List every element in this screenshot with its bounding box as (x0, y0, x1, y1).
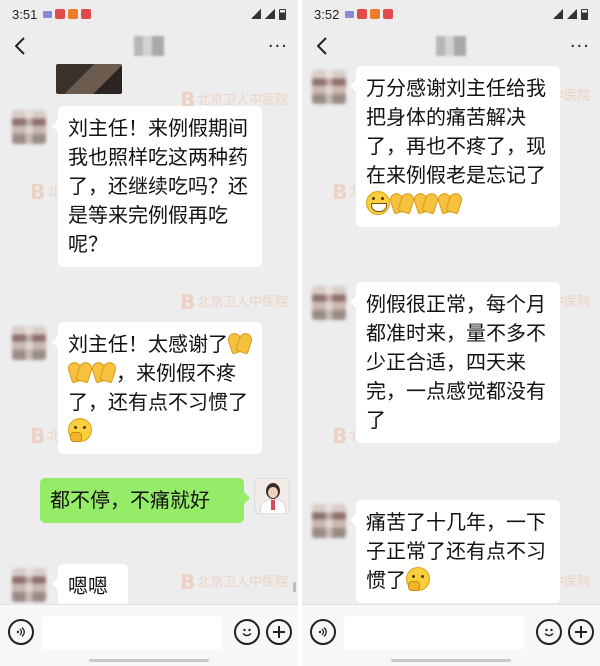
navigation-app-icon (345, 10, 355, 18)
chat-screen-left: 3:51 ··· B北京卫人中医院 B北京卫人中医院 B北京卫人中医院 B北京卫… (0, 0, 298, 666)
message-bubble[interactable]: 例假很正常，每个月都准时来，量不多不少正合适，四天来完，一点感觉都没有了 (350, 282, 560, 443)
pray-emoji-icon (414, 191, 438, 215)
avatar[interactable] (312, 504, 346, 538)
input-bar (302, 604, 600, 666)
message-input[interactable] (344, 616, 524, 650)
message-text: 嗯嗯 (68, 574, 108, 598)
chat-screen-right: 3:52 ··· B北京卫人中医院 B北京卫人中医院 B北京卫人中医院 B北京卫… (302, 0, 600, 666)
signal-icon (553, 9, 563, 19)
pray-emoji-icon (390, 191, 414, 215)
message-bubble[interactable]: 刘主任！太感谢了，来例假不疼了，还有点不习惯了 (52, 322, 262, 454)
home-indicator (89, 659, 209, 662)
status-time: 3:52 (314, 6, 340, 22)
pray-emoji-icon (228, 331, 252, 355)
message-text: 痛苦了十几年，一下子正常了还有点不习惯了 (366, 510, 546, 592)
message-list[interactable]: B北京卫人中医院 B北京卫人中医院 B北京卫人中医院 B北京卫人中医院 B北京卫… (302, 64, 600, 604)
signal-icon (265, 9, 275, 19)
avatar[interactable] (312, 70, 346, 104)
pray-emoji-icon (438, 191, 462, 215)
watermark: B北京卫人中医院 (180, 570, 289, 594)
message-bubble[interactable]: 刘主任！来例假期间我也照样吃这两种药了，还继续吃吗？还是等来完例假再吃呢？ (52, 106, 262, 267)
contact-name (436, 36, 466, 56)
emoji-icon[interactable] (234, 619, 260, 645)
message-bubble[interactable]: 万分感谢刘主任给我把身体的痛苦解决了，再也不疼了，现在来例假老是忘记了 (350, 66, 560, 227)
message-text: 例假很正常，每个月都准时来，量不多不少正合适，四天来完，一点感觉都没有了 (366, 292, 546, 432)
notification-app-icon (383, 9, 394, 19)
battery-icon (279, 8, 286, 20)
message-list[interactable]: B北京卫人中医院 B北京卫人中医院 B北京卫人中医院 B北京卫人中医院 B北京卫… (0, 64, 298, 609)
notification-app-icon (357, 9, 368, 19)
avatar-doctor[interactable] (254, 478, 290, 514)
status-bar: 3:51 (0, 0, 298, 28)
notification-app-icon (81, 9, 92, 19)
message-text: 刘主任！太感谢了 (68, 332, 228, 356)
voice-icon[interactable] (310, 619, 336, 645)
home-indicator (391, 659, 511, 662)
more-icon[interactable]: ··· (268, 36, 288, 57)
message-text: 万分感谢刘主任给我把身体的痛苦解决了，再也不疼了，现在来例假老是忘记了 (366, 76, 546, 187)
input-bar (0, 604, 298, 666)
notification-app-icon (68, 9, 79, 19)
more-icon[interactable]: ··· (570, 36, 590, 57)
signal-icon (251, 9, 261, 19)
image-message[interactable] (56, 64, 122, 94)
message-text: 都不停，不痛就好 (50, 488, 210, 512)
notification-app-icon (370, 9, 381, 19)
contact-name (134, 36, 164, 56)
message-input[interactable] (42, 616, 222, 650)
voice-icon[interactable] (8, 619, 34, 645)
battery-icon (581, 8, 588, 20)
pray-emoji-icon (68, 360, 92, 384)
chat-header: ··· (0, 28, 298, 64)
status-indicators (553, 8, 588, 20)
message-bubble[interactable]: 嗯嗯 (52, 564, 128, 609)
grin-emoji-icon (366, 191, 390, 215)
scrollbar[interactable] (293, 582, 296, 592)
plus-icon[interactable] (266, 619, 292, 645)
status-bar: 3:52 (302, 0, 600, 28)
notification-app-icon (55, 9, 66, 19)
avatar[interactable] (312, 286, 346, 320)
avatar[interactable] (12, 568, 46, 602)
message-bubble-sent[interactable]: 都不停，不痛就好 (40, 478, 250, 523)
message-text: 刘主任！来例假期间我也照样吃这两种药了，还继续吃吗？还是等来完例假再吃呢？ (68, 116, 248, 256)
avatar[interactable] (12, 326, 46, 360)
message-bubble[interactable]: 痛苦了十几年，一下子正常了还有点不习惯了 (350, 500, 560, 603)
emoji-icon[interactable] (536, 619, 562, 645)
avatar[interactable] (12, 110, 46, 144)
chat-header: ··· (302, 28, 600, 64)
watermark: B北京卫人中医院 (180, 290, 289, 314)
navigation-app-icon (43, 10, 53, 18)
status-time: 3:51 (12, 6, 38, 22)
status-indicators (251, 8, 286, 20)
pray-emoji-icon (92, 360, 116, 384)
thinking-emoji-icon (68, 418, 92, 442)
signal-icon (567, 9, 577, 19)
back-arrow-icon[interactable] (312, 34, 332, 58)
thinking-emoji-icon (406, 567, 430, 591)
plus-icon[interactable] (568, 619, 594, 645)
back-arrow-icon[interactable] (10, 34, 30, 58)
